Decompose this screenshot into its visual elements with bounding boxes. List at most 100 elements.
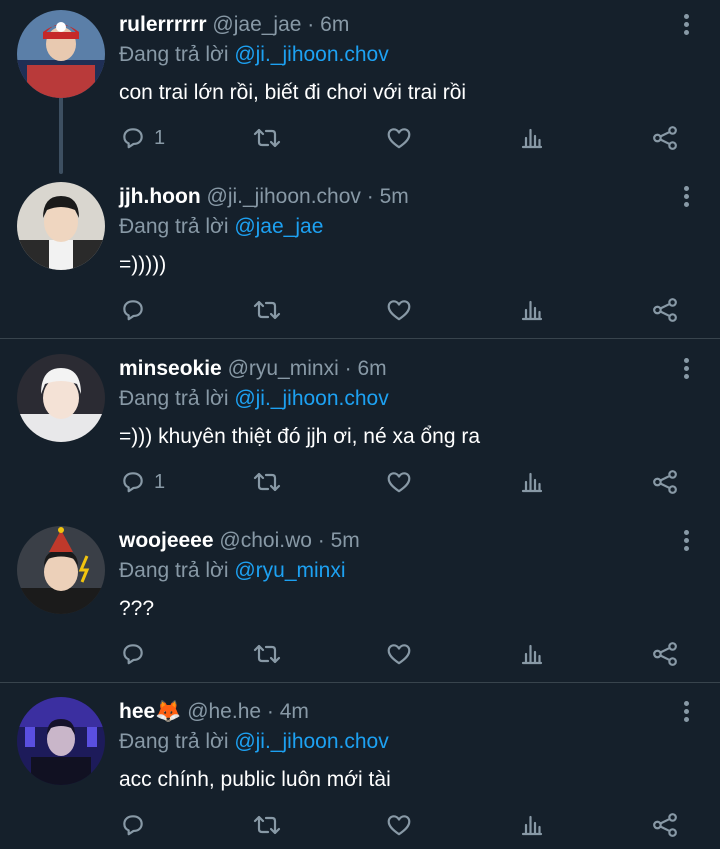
tweet[interactable]: jjh.hoon @ji._jihoon.chov · 5m Đang trả …	[0, 172, 720, 336]
avatar[interactable]	[17, 526, 105, 614]
share-button[interactable]	[652, 805, 678, 845]
display-name[interactable]: minseokie	[119, 357, 222, 380]
replying-to: Đang trả lời @jae_jae	[119, 212, 323, 242]
share-button[interactable]	[652, 118, 678, 158]
avatar[interactable]	[17, 354, 105, 442]
share-button[interactable]	[652, 462, 678, 502]
avatar[interactable]	[17, 10, 105, 98]
reply-button[interactable]	[120, 634, 154, 674]
replying-to: Đang trả lời @ji._jihoon.chov	[119, 384, 389, 414]
analytics-icon	[521, 128, 543, 149]
analytics-button[interactable]	[520, 634, 544, 674]
tweet-actions: 1	[0, 462, 720, 502]
timestamp[interactable]: 6m	[357, 357, 386, 380]
tweet[interactable]: minseokie @ryu_minxi · 6m Đang trả lời @…	[0, 344, 720, 512]
reply-icon	[123, 472, 143, 493]
tweet[interactable]: woojeeee @choi.wo · 5m Đang trả lời @ryu…	[0, 516, 720, 680]
separator-dot: ·	[317, 529, 325, 552]
share-icon	[653, 642, 677, 666]
like-button[interactable]	[386, 462, 412, 502]
replying-to-label: Đang trả lời	[119, 559, 229, 582]
user-handle[interactable]: @choi.wo	[219, 529, 312, 552]
tweet[interactable]: hee🦊 @he.he · 4m Đang trả lời @ji._jihoo…	[0, 687, 720, 849]
more-options-icon[interactable]	[674, 358, 698, 384]
share-button[interactable]	[652, 290, 678, 330]
analytics-button[interactable]	[520, 118, 544, 158]
replying-to: Đang trả lời @ryu_minxi	[119, 556, 346, 586]
replying-to-label: Đang trả lời	[119, 43, 229, 66]
like-button[interactable]	[386, 805, 412, 845]
reply-icon	[123, 815, 143, 836]
more-options-icon[interactable]	[674, 14, 698, 40]
more-options-icon[interactable]	[674, 530, 698, 556]
share-icon	[653, 126, 677, 150]
reply-button[interactable]: 1	[120, 118, 165, 158]
timestamp[interactable]: 5m	[380, 185, 409, 208]
analytics-button[interactable]	[520, 290, 544, 330]
display-name[interactable]: jjh.hoon	[119, 185, 201, 208]
tweet-text: ???	[119, 597, 155, 620]
separator-dot: ·	[344, 357, 352, 380]
tweet-actions	[0, 805, 720, 845]
avatar[interactable]	[17, 182, 105, 270]
divider	[0, 682, 720, 683]
reply-button[interactable]	[120, 290, 154, 330]
more-options-icon[interactable]	[674, 701, 698, 727]
avatar[interactable]	[17, 697, 105, 785]
mention-link[interactable]: @ji._jihoon.chov	[234, 43, 388, 66]
display-name[interactable]: rulerrrrrr	[119, 13, 207, 36]
retweet-icon	[253, 815, 281, 835]
reply-count: 1	[154, 470, 166, 493]
separator-dot: ·	[266, 700, 274, 723]
tweet-header: hee🦊 @he.he · 4m	[119, 697, 309, 727]
timestamp[interactable]: 6m	[320, 13, 349, 36]
reply-count: 1	[154, 126, 166, 149]
tweet[interactable]: rulerrrrrr @jae_jae · 6m Đang trả lời @j…	[0, 0, 720, 174]
analytics-icon	[521, 815, 543, 836]
user-handle[interactable]: @ryu_minxi	[228, 357, 339, 380]
mention-link[interactable]: @ji._jihoon.chov	[234, 730, 388, 753]
tweet-text: =)))))	[119, 253, 167, 276]
share-icon	[653, 298, 677, 322]
like-icon	[387, 128, 411, 149]
like-button[interactable]	[386, 634, 412, 674]
retweet-icon	[253, 128, 281, 148]
separator-dot: ·	[366, 185, 374, 208]
analytics-button[interactable]	[520, 805, 544, 845]
user-handle[interactable]: @jae_jae	[212, 13, 301, 36]
user-handle[interactable]: @he.he	[187, 700, 261, 723]
like-icon	[387, 644, 411, 665]
like-button[interactable]	[386, 290, 412, 330]
retweet-button[interactable]	[252, 634, 282, 674]
like-icon	[387, 815, 411, 836]
replying-to-label: Đang trả lời	[119, 730, 229, 753]
display-name[interactable]: woojeeee	[119, 529, 214, 552]
separator-dot: ·	[307, 13, 315, 36]
like-icon	[387, 300, 411, 321]
mention-link[interactable]: @jae_jae	[234, 215, 323, 238]
more-options-icon[interactable]	[674, 186, 698, 212]
share-button[interactable]	[652, 634, 678, 674]
retweet-button[interactable]	[252, 805, 282, 845]
retweet-button[interactable]	[252, 290, 282, 330]
analytics-button[interactable]	[520, 462, 544, 502]
reply-icon	[123, 128, 143, 149]
retweet-button[interactable]	[252, 462, 282, 502]
mention-link[interactable]: @ryu_minxi	[234, 559, 345, 582]
tweet-actions: 1	[0, 118, 720, 158]
share-icon	[653, 813, 677, 837]
display-name[interactable]: hee🦊	[119, 700, 181, 723]
reply-button[interactable]	[120, 805, 154, 845]
timestamp[interactable]: 5m	[331, 529, 360, 552]
analytics-icon	[521, 472, 543, 493]
tweet-actions	[0, 290, 720, 330]
tweet-header: rulerrrrrr @jae_jae · 6m	[119, 10, 349, 40]
reply-button[interactable]: 1	[120, 462, 165, 502]
timestamp[interactable]: 4m	[280, 700, 309, 723]
user-handle[interactable]: @ji._jihoon.chov	[207, 185, 361, 208]
retweet-button[interactable]	[252, 118, 282, 158]
analytics-icon	[521, 300, 543, 321]
like-button[interactable]	[386, 118, 412, 158]
mention-link[interactable]: @ji._jihoon.chov	[234, 387, 388, 410]
replying-to-label: Đang trả lời	[119, 387, 229, 410]
